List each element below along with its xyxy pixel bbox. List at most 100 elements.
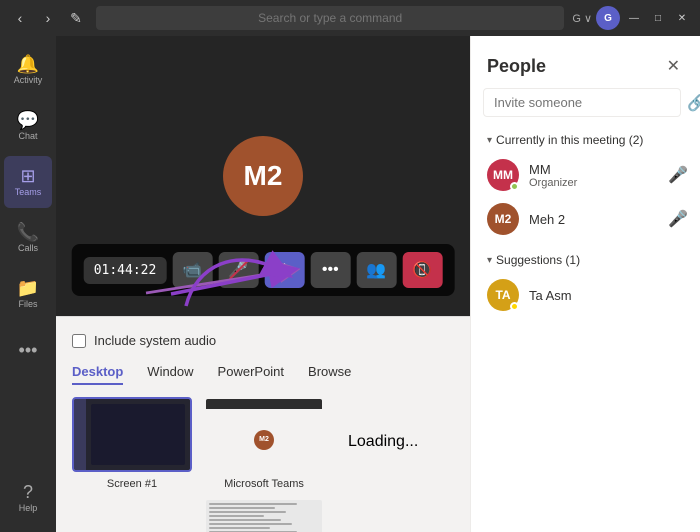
sidebar-label-teams: Teams: [15, 187, 42, 197]
activity-icon: 🔔: [17, 55, 39, 73]
more-button[interactable]: •••: [310, 252, 350, 288]
participants-button[interactable]: 👥: [356, 252, 396, 288]
mic-button[interactable]: 🎤: [218, 252, 258, 288]
person-mm-role: Organizer: [529, 177, 658, 189]
include-audio-checkbox[interactable]: [72, 334, 86, 348]
participants-icon: 👥: [366, 260, 386, 280]
doc-item: [204, 498, 324, 532]
more-icon: •••: [322, 261, 339, 279]
sidebar-label-chat: Chat: [18, 131, 37, 141]
person-taasm-avatar: TA: [487, 279, 519, 311]
minimize-button[interactable]: —: [624, 8, 644, 28]
close-people-button[interactable]: ✕: [663, 52, 684, 80]
sidebar-item-teams[interactable]: ⊞ Teams: [4, 156, 52, 208]
screen-thumbnails: Screen #1 M2: [72, 397, 324, 532]
screen1-preview: [74, 399, 190, 470]
participant-avatar: M2: [223, 136, 303, 216]
more-icon: •••: [19, 341, 38, 359]
person-taasm[interactable]: TA Ta Asm: [471, 273, 700, 317]
title-bar: ‹ › ✎ G ∨ G — □ ✕: [0, 0, 700, 36]
search-input[interactable]: [96, 6, 564, 30]
files-icon: 📁: [17, 279, 39, 297]
screen-share-panel: Include system audio Desktop Window Powe…: [56, 317, 470, 532]
sidebar-item-activity[interactable]: 🔔 Activity: [4, 44, 52, 96]
teams-icon: ⊞: [20, 167, 35, 185]
caret-icon: ▾: [487, 135, 492, 146]
sidebar-label-calls: Calls: [18, 243, 38, 253]
teams-preview: M2: [206, 399, 322, 470]
share-icon: ⬆: [278, 260, 291, 280]
person-meh2-initials: M2: [495, 212, 512, 226]
meeting-timer: 01:44:22: [84, 257, 167, 284]
person-mm[interactable]: MM MM Organizer 🎤: [471, 153, 700, 197]
sidebar-label-files: Files: [18, 299, 37, 309]
powerpoint-loading: Loading...: [348, 397, 418, 451]
include-audio-row: Include system audio: [72, 333, 454, 348]
thumb-sidebar: [74, 399, 86, 470]
help-icon: ?: [23, 483, 33, 501]
sidebar-item-help[interactable]: ? Help: [4, 472, 52, 524]
sidebar-item-more[interactable]: •••: [4, 324, 52, 376]
video-icon: 📹: [182, 260, 202, 280]
chat-icon: 💬: [17, 111, 39, 129]
currently-in-meeting-label: Currently in this meeting (2): [496, 133, 643, 147]
suggestions-header[interactable]: ▾ Suggestions (1): [471, 249, 700, 273]
tab-powerpoint[interactable]: PowerPoint: [218, 364, 284, 385]
tab-desktop[interactable]: Desktop: [72, 364, 123, 385]
sidebar-item-calls[interactable]: 📞 Calls: [4, 212, 52, 264]
user-label: G ∨: [572, 12, 592, 25]
back-button[interactable]: ‹: [8, 6, 32, 30]
sidebar-item-chat[interactable]: 💬 Chat: [4, 100, 52, 152]
online-dot: [510, 182, 519, 191]
teams-thumb-body: M2: [206, 409, 322, 470]
doc-thumb[interactable]: [204, 498, 324, 532]
meeting-controls: 01:44:22 📹 🎤 ⬆ ••• 👥: [72, 244, 455, 296]
person-meh2-name: Meh 2: [529, 212, 658, 227]
suggestions-list: TA Ta Asm: [471, 273, 700, 317]
people-title: People: [487, 56, 546, 77]
doc-lines: [209, 503, 319, 532]
teams-thumb[interactable]: M2: [204, 397, 324, 472]
end-call-icon: 📵: [412, 260, 432, 280]
tab-browse[interactable]: Browse: [308, 364, 351, 385]
include-audio-label: Include system audio: [94, 333, 216, 348]
person-mm-initials: MM: [493, 168, 513, 182]
person-meh2[interactable]: M2 Meh 2 🎤: [471, 197, 700, 241]
teams-thumb-header: [206, 399, 322, 409]
forward-button[interactable]: ›: [36, 6, 60, 30]
meeting-area: M2 01:44:22 📹 🎤 ⬆ •••: [56, 36, 470, 532]
teams-label: Microsoft Teams: [224, 478, 304, 490]
share-button[interactable]: ⬆: [264, 252, 304, 288]
sidebar-item-files[interactable]: 📁 Files: [4, 268, 52, 320]
currently-in-meeting-header[interactable]: ▾ Currently in this meeting (2): [471, 129, 700, 153]
person-taasm-info: Ta Asm: [529, 288, 688, 303]
calls-icon: 📞: [17, 223, 39, 241]
invite-link-button[interactable]: 🔗: [687, 93, 700, 113]
teams-item: M2 Microsoft Teams: [204, 397, 324, 490]
screen1-thumb[interactable]: [72, 397, 192, 472]
person-mm-info: MM Organizer: [529, 162, 658, 189]
invite-row: 🔗: [471, 88, 700, 129]
tab-window[interactable]: Window: [147, 364, 193, 385]
invite-input[interactable]: [483, 88, 681, 117]
maximize-button[interactable]: □: [648, 8, 668, 28]
sidebar-label-activity: Activity: [14, 75, 43, 85]
nav-buttons: ‹ › ✎: [8, 6, 88, 30]
main-layout: 🔔 Activity 💬 Chat ⊞ Teams 📞 Calls 📁 File…: [0, 36, 700, 532]
video-button[interactable]: 📹: [172, 252, 212, 288]
avatar: G: [596, 6, 620, 30]
thumb-content: [86, 399, 190, 470]
screen1-label: Screen #1: [107, 478, 157, 490]
person-meh2-avatar: M2: [487, 203, 519, 235]
suggestions-caret-icon: ▾: [487, 255, 492, 266]
loading-text: Loading...: [348, 433, 418, 450]
teams-thumb-avatar: M2: [254, 430, 274, 450]
close-window-button[interactable]: ✕: [672, 8, 692, 28]
person-mm-mic-icon: 🎤: [668, 165, 688, 185]
share-content: Screen #1 M2: [72, 397, 454, 532]
person-mm-name: MM: [529, 162, 658, 177]
end-call-button[interactable]: 📵: [402, 252, 442, 288]
suggestions-label: Suggestions (1): [496, 253, 580, 267]
compose-button[interactable]: ✎: [64, 6, 88, 30]
content-area: M2 01:44:22 📹 🎤 ⬆ •••: [56, 36, 700, 532]
